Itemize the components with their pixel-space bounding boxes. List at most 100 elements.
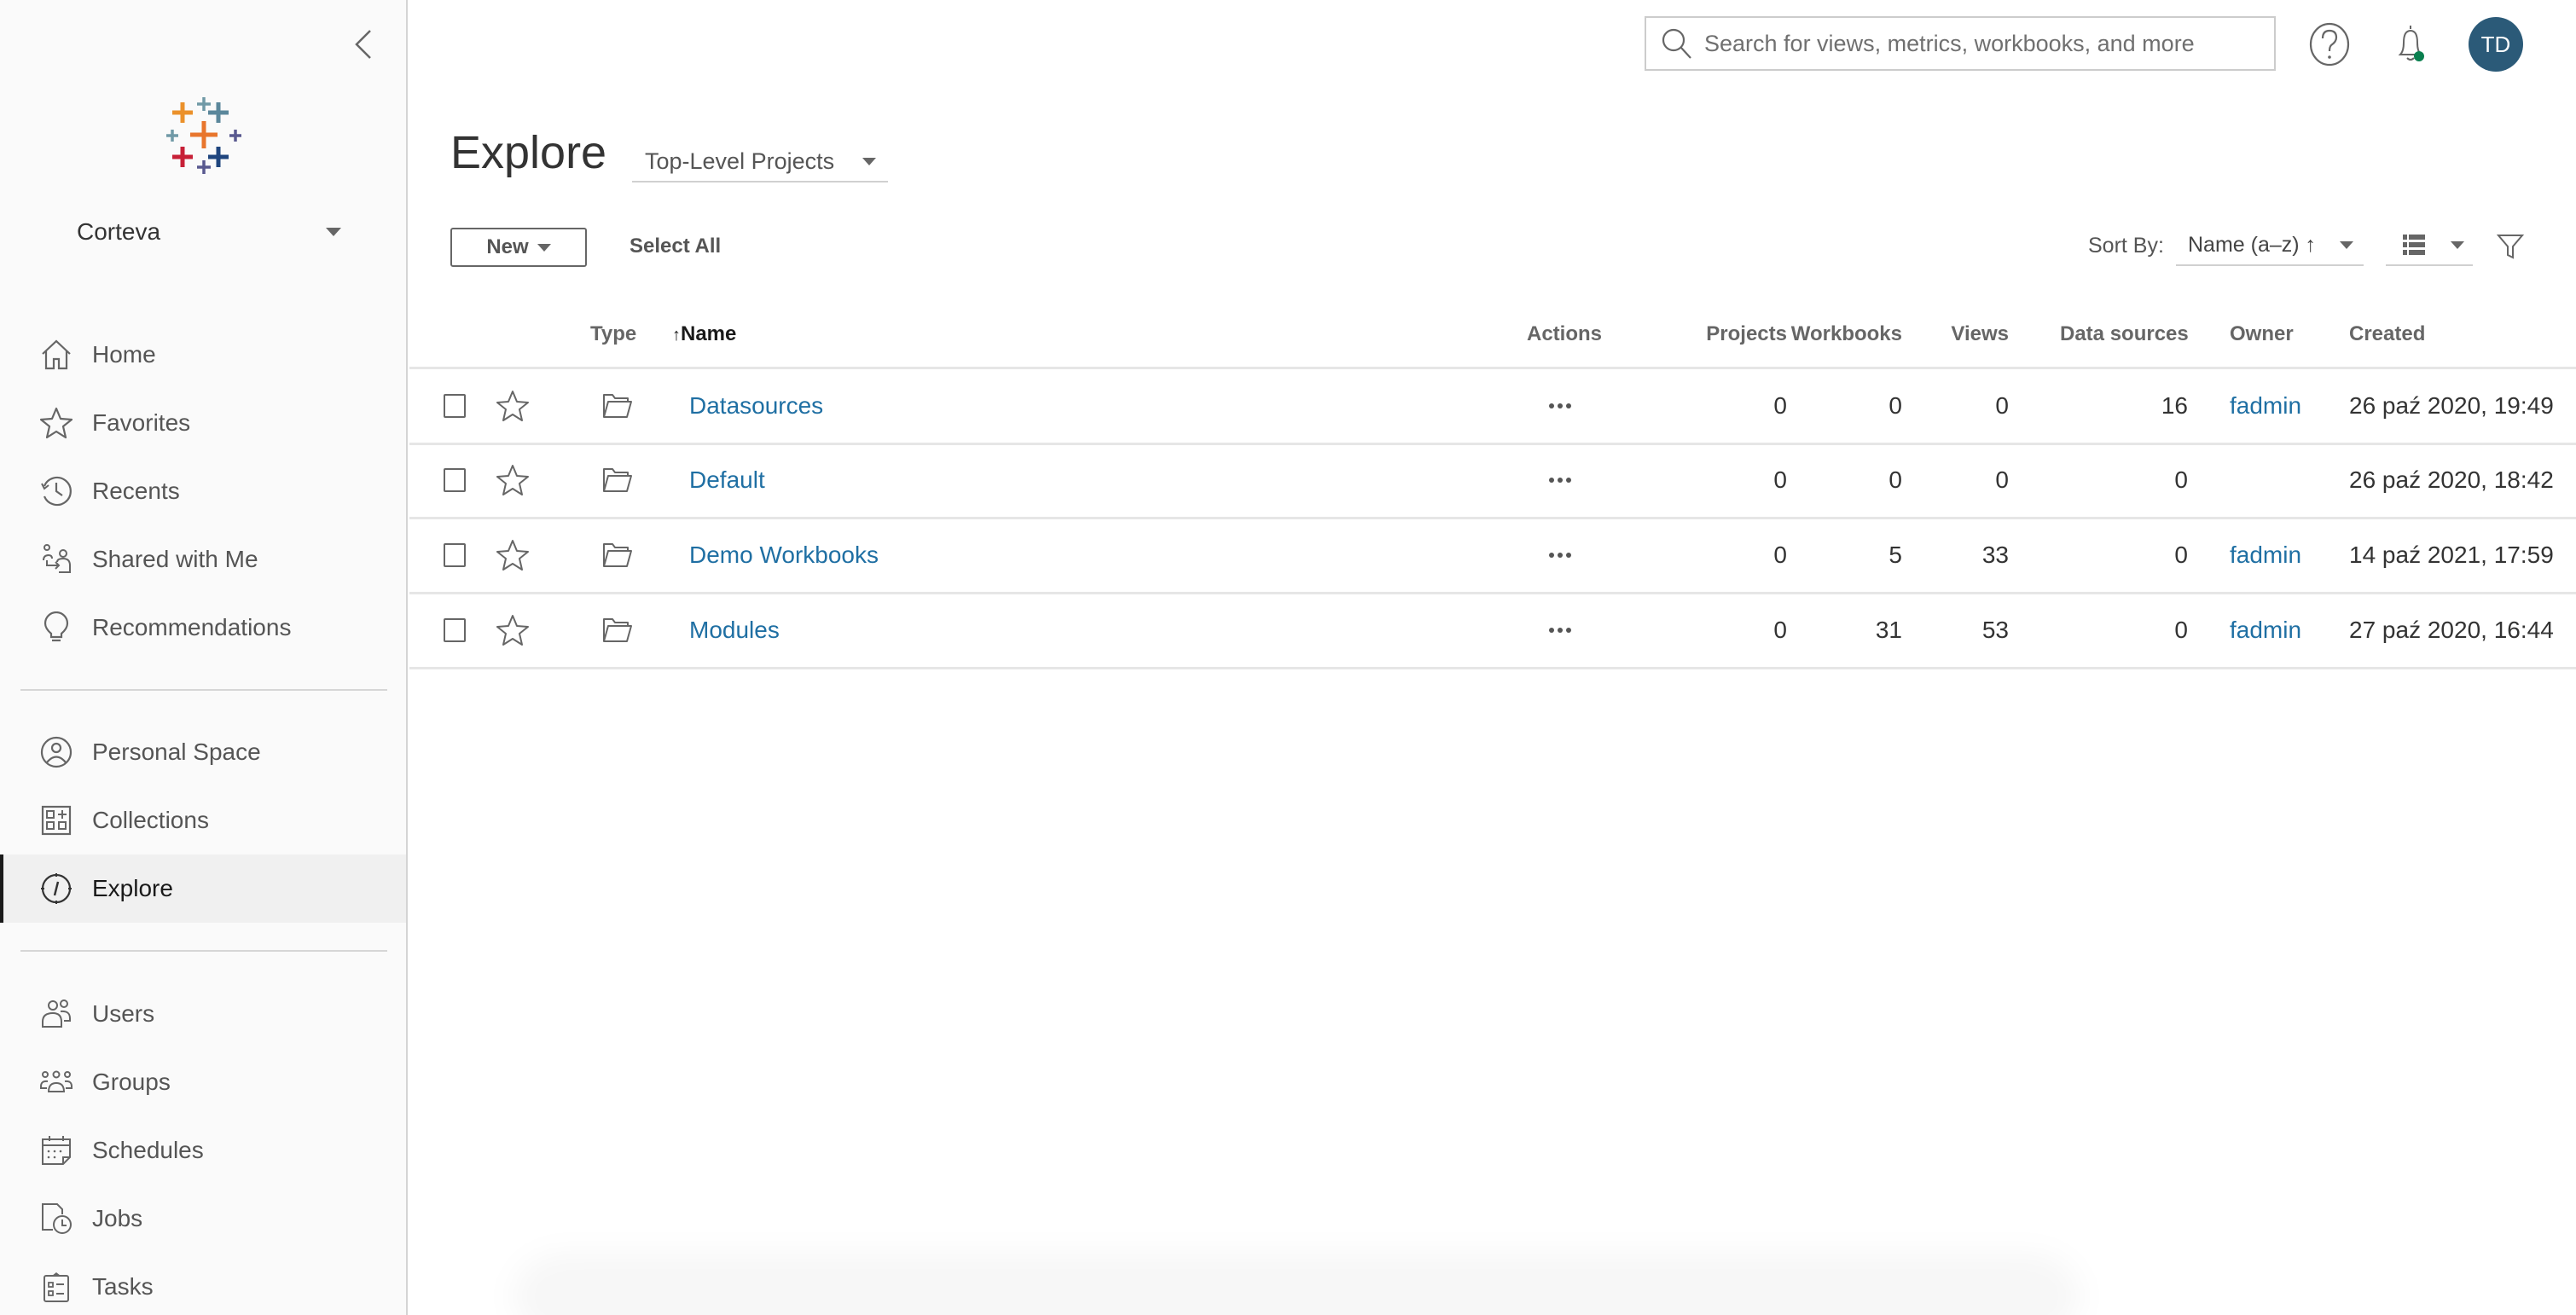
jobs-icon	[39, 1202, 73, 1236]
data-sources-count: 0	[2174, 466, 2188, 493]
data-sources-count: 0	[2174, 617, 2188, 643]
user-circle-icon	[39, 735, 73, 769]
row-checkbox[interactable]	[444, 394, 466, 418]
column-header-name[interactable]: ↑Name	[672, 322, 736, 346]
project-name-link[interactable]: Modules	[689, 594, 780, 667]
column-header-views[interactable]: Views	[1881, 322, 2009, 346]
sidebar-item-label: Schedules	[92, 1137, 204, 1163]
caret-down-icon	[2340, 240, 2353, 249]
sidebar-item-label: Shared with Me	[92, 546, 258, 572]
sidebar-divider	[20, 689, 387, 691]
global-search[interactable]	[1645, 16, 2276, 71]
row-checkbox-cell	[444, 594, 466, 667]
tableau-logo[interactable]	[165, 97, 242, 174]
views-count: 0	[1995, 466, 2009, 493]
sidebar-item-label: Tasks	[92, 1273, 154, 1300]
help-icon	[2309, 22, 2350, 67]
sidebar-item-label: Users	[92, 1000, 155, 1027]
sidebar-item-recommendations[interactable]: Recommendations	[0, 594, 406, 662]
sidebar-item-schedules[interactable]: Schedules	[0, 1116, 406, 1185]
project-name-link[interactable]: Datasources	[689, 369, 823, 443]
filter-button[interactable]	[2496, 232, 2525, 261]
sidebar-item-personal-space[interactable]: Personal Space	[0, 718, 406, 786]
sidebar-item-label: Recents	[92, 478, 180, 504]
table-row[interactable]: Modules 0 31 53 0 fadmin 27 paź 2020, 16:44	[409, 594, 2576, 667]
sidebar-item-recents[interactable]: Recents	[0, 457, 406, 525]
folder-icon	[603, 394, 632, 418]
owner-link[interactable]: fadmin	[2230, 369, 2301, 443]
column-header-owner[interactable]: Owner	[2230, 322, 2294, 346]
owner-link[interactable]: fadmin	[2230, 518, 2301, 592]
sidebar-item-label: Recommendations	[92, 614, 292, 640]
sidebar-item-home[interactable]: Home	[0, 321, 406, 389]
row-actions-button[interactable]	[1549, 369, 1571, 443]
column-header-data-sources[interactable]: Data sources	[2060, 322, 2189, 346]
table-row[interactable]: Demo Workbooks 0 5 33 0 fadmin 14 paź 2021, 17…	[409, 518, 2576, 592]
project-name-link[interactable]: Default	[689, 443, 765, 517]
owner-link[interactable]: fadmin	[2230, 594, 2301, 667]
caret-down-icon	[2451, 240, 2464, 249]
collections-icon	[39, 803, 73, 837]
caret-down-icon	[537, 243, 551, 252]
site-name: Corteva	[77, 218, 161, 245]
column-header-type[interactable]: Type	[590, 322, 636, 346]
table-row[interactable]: Datasources 0 0 0 16 fadmin 26 paź 2020, 19:49	[409, 369, 2576, 443]
type-cell	[602, 518, 633, 592]
folder-icon	[603, 618, 632, 642]
new-button[interactable]: New	[450, 228, 587, 267]
search-input[interactable]	[1704, 30, 2250, 57]
groups-icon	[39, 1065, 73, 1099]
row-actions-button[interactable]	[1549, 518, 1571, 592]
row-actions-button[interactable]	[1549, 594, 1571, 667]
favorite-toggle[interactable]	[496, 443, 529, 517]
collapse-sidebar-button[interactable]	[348, 27, 382, 61]
column-header-name-label: Name	[681, 322, 737, 345]
created-date: 14 paź 2021, 17:59	[2349, 542, 2554, 568]
favorite-toggle[interactable]	[496, 518, 529, 592]
views-count: 0	[1995, 392, 2009, 419]
more-actions-icon	[1549, 628, 1571, 633]
sidebar-item-users[interactable]: Users	[0, 980, 406, 1048]
row-checkbox-cell	[444, 443, 466, 517]
sidebar-item-collections[interactable]: Collections	[0, 786, 406, 854]
select-all-button[interactable]: Select All	[629, 235, 721, 258]
projects-count: 0	[1773, 542, 1787, 568]
favorite-toggle[interactable]	[496, 369, 529, 443]
history-icon	[39, 474, 73, 508]
view-mode-dropdown[interactable]	[2386, 225, 2473, 266]
sidebar: Corteva Home Favorites Recents Shared wi…	[0, 0, 408, 1315]
column-header-projects[interactable]: Projects	[1659, 322, 1787, 346]
calendar-icon	[39, 1133, 73, 1167]
row-checkbox[interactable]	[444, 468, 466, 492]
lightbulb-icon	[39, 611, 73, 645]
more-actions-icon	[1549, 478, 1571, 483]
user-avatar[interactable]: TD	[2469, 17, 2523, 72]
tableau-logo-icon	[166, 97, 241, 174]
column-header-created[interactable]: Created	[2349, 322, 2425, 346]
more-actions-icon	[1549, 403, 1571, 408]
sidebar-item-favorites[interactable]: Favorites	[0, 389, 406, 457]
project-name-link[interactable]: Demo Workbooks	[689, 518, 879, 592]
sidebar-item-label: Personal Space	[92, 739, 261, 765]
row-checkbox[interactable]	[444, 543, 466, 567]
row-actions-button[interactable]	[1549, 443, 1571, 517]
sort-dropdown[interactable]: Name (a–z) ↑	[2176, 225, 2364, 266]
help-button[interactable]	[2307, 22, 2352, 67]
search-icon	[1662, 28, 1691, 59]
sidebar-item-jobs[interactable]: Jobs	[0, 1185, 406, 1253]
type-cell	[602, 594, 633, 667]
sidebar-item-tasks[interactable]: Tasks	[0, 1253, 406, 1315]
scope-dropdown[interactable]: Top-Level Projects	[632, 142, 888, 182]
scroll-shadow	[529, 1271, 2064, 1315]
site-switcher[interactable]: Corteva	[77, 213, 341, 251]
column-header-actions: Actions	[1527, 322, 1603, 345]
favorite-toggle[interactable]	[496, 594, 529, 667]
sidebar-divider	[20, 950, 387, 952]
notifications-button[interactable]	[2388, 22, 2433, 67]
sidebar-item-explore[interactable]: Explore	[0, 854, 406, 923]
sidebar-item-shared-with-me[interactable]: Shared with Me	[0, 525, 406, 594]
table-row[interactable]: Default 0 0 0 0 26 paź 2020, 18:42	[409, 443, 2576, 517]
shared-icon	[39, 542, 73, 576]
sidebar-item-groups[interactable]: Groups	[0, 1048, 406, 1116]
row-checkbox[interactable]	[444, 618, 466, 642]
